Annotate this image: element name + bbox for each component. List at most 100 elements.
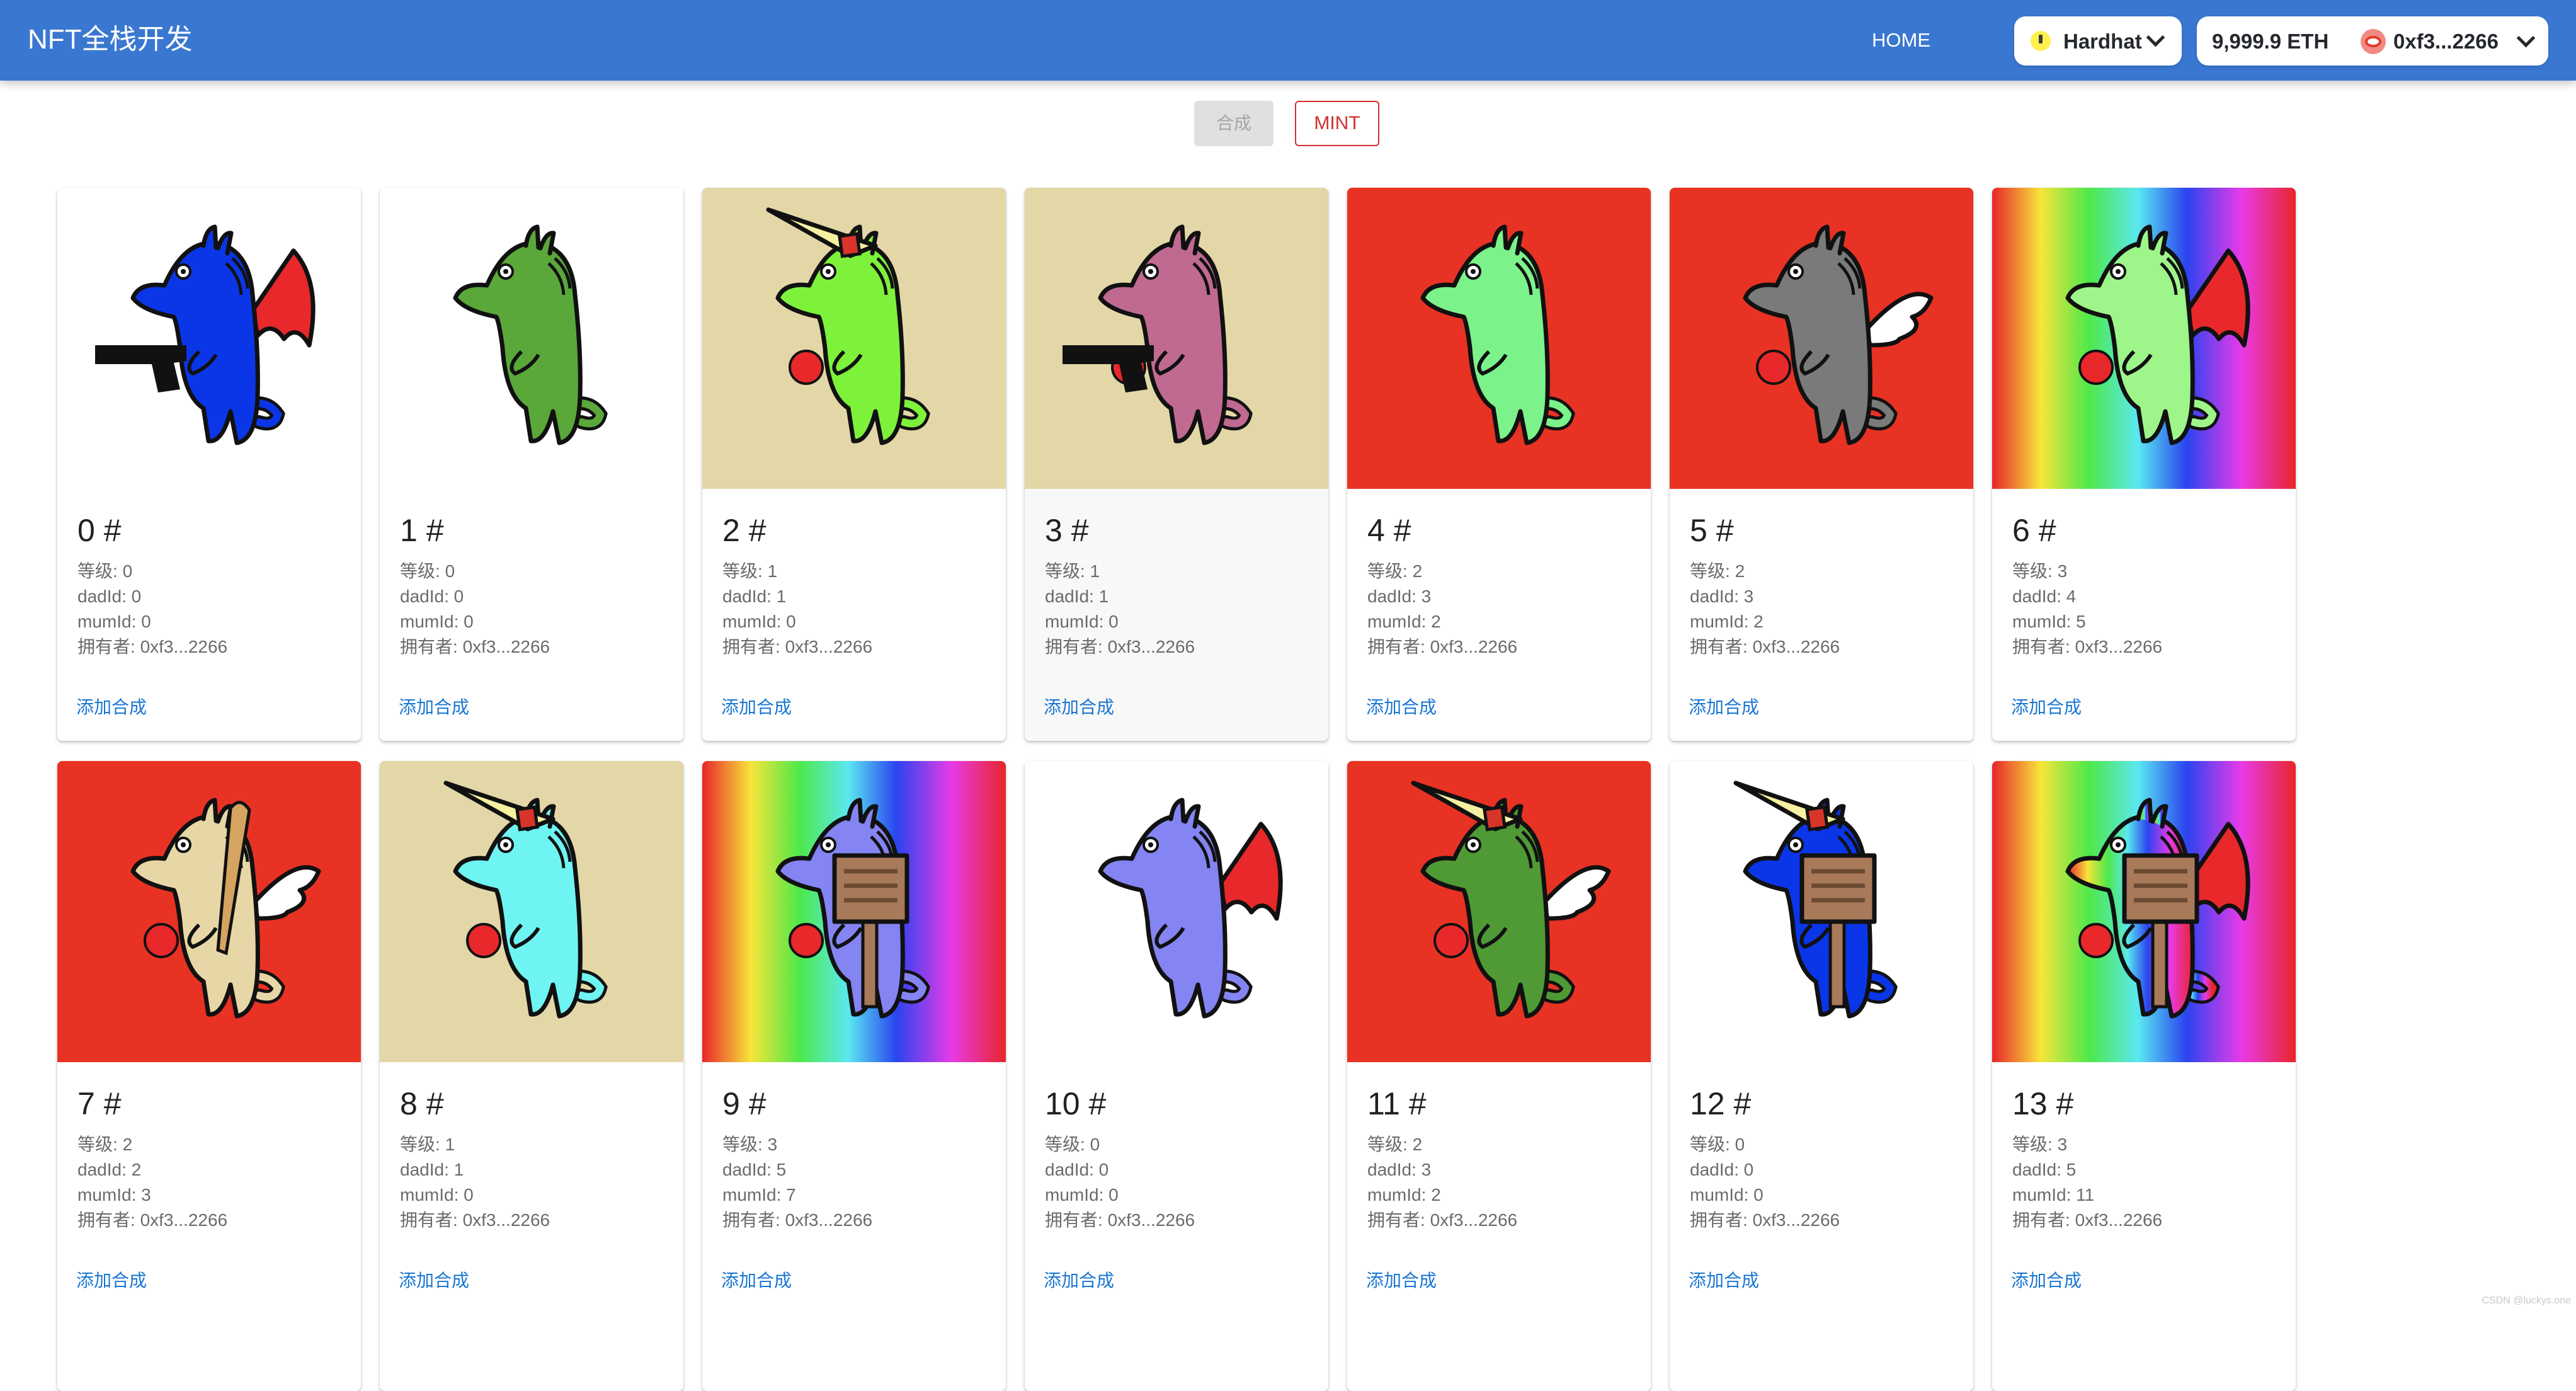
nft-dad-value: 0 [1744, 1160, 1754, 1179]
nft-dad-line: dadId: 5 [722, 1158, 786, 1182]
nft-level-label: 等级: [1045, 1135, 1090, 1154]
red-mark [790, 924, 823, 957]
network-selector[interactable]: Hardhat [2014, 16, 2182, 66]
nft-dad-value: 1 [1099, 587, 1109, 606]
nft-card: 7 #等级: 2dadId: 2mumId: 3拥有者: 0xf3...2266… [57, 761, 361, 1391]
nft-owner-label: 拥有者: [400, 1210, 463, 1230]
nft-card: 5 #等级: 2dadId: 3mumId: 2拥有者: 0xf3...2266… [1670, 188, 1973, 741]
add-to-combine-button[interactable]: 添加合成 [1361, 1269, 1442, 1293]
account-avatar-icon [2361, 29, 2386, 54]
add-to-combine-button[interactable]: 添加合成 [1684, 696, 1764, 719]
nft-mum-label: mumId: [1045, 1185, 1108, 1205]
nft-dad-value: 3 [1422, 1160, 1432, 1179]
add-to-combine-button[interactable]: 添加合成 [1039, 1269, 1119, 1293]
nft-level-value: 3 [768, 1135, 778, 1154]
nft-image [1025, 761, 1328, 1062]
nft-level-value: 0 [1090, 1135, 1100, 1154]
nft-image [57, 188, 361, 489]
nft-title: 13 # [2012, 1084, 2073, 1124]
add-to-combine-button[interactable]: 添加合成 [2006, 1269, 2087, 1293]
nft-mum-label: mumId: [400, 612, 464, 631]
nft-owner-value: 0xf3...2266 [463, 1210, 550, 1230]
nft-owner-value: 0xf3...2266 [1430, 637, 1518, 656]
nft-owner-label: 拥有者: [1045, 637, 1108, 656]
nft-mum-line: mumId: 11 [2012, 1183, 2094, 1207]
nft-mum-value: 2 [1431, 612, 1441, 631]
nft-owner-value: 0xf3...2266 [785, 1210, 873, 1230]
chevron-down-icon [2146, 28, 2165, 47]
nft-dad-label: dadId: [722, 1160, 777, 1179]
nft-card: 6 #等级: 3dadId: 4mumId: 5拥有者: 0xf3...2266… [1992, 188, 2296, 741]
nft-mum-line: mumId: 0 [400, 610, 474, 634]
add-to-combine-button[interactable]: 添加合成 [71, 696, 152, 719]
nft-title: 3 # [1045, 510, 1089, 551]
nft-card: 3 #等级: 1dadId: 1mumId: 0拥有者: 0xf3...2266… [1025, 188, 1328, 741]
add-to-combine-button[interactable]: 添加合成 [716, 696, 797, 719]
add-to-combine-button[interactable]: 添加合成 [2006, 696, 2087, 719]
nft-owner-line: 拥有者: 0xf3...2266 [1690, 635, 1840, 659]
nft-mum-line: mumId: 2 [1367, 1183, 1441, 1207]
nft-image [57, 761, 361, 1062]
nft-title: 4 # [1367, 510, 1411, 551]
nft-owner-line: 拥有者: 0xf3...2266 [2012, 635, 2162, 659]
nft-dad-label: dadId: [1690, 587, 1744, 606]
add-to-combine-button[interactable]: 添加合成 [1684, 1269, 1764, 1293]
app-title: NFT全栈开发 [28, 20, 193, 59]
nft-level-label: 等级: [722, 1135, 768, 1154]
nft-mum-label: mumId: [1367, 1185, 1431, 1205]
add-to-combine-button[interactable]: 添加合成 [716, 1269, 797, 1293]
nft-mum-label: mumId: [400, 1185, 464, 1205]
nft-dad-value: 1 [454, 1160, 464, 1179]
nft-dad-label: dadId: [77, 1160, 132, 1179]
nft-level-line: 等级: 3 [2012, 559, 2067, 583]
nft-title: 1 # [400, 510, 444, 551]
account-address: 0xf3...2266 [2393, 29, 2499, 54]
account-address-chip[interactable]: 0xf3...2266 [2351, 20, 2545, 62]
nft-owner-value: 0xf3...2266 [140, 1210, 228, 1230]
nft-mum-label: mumId: [2012, 1185, 2076, 1205]
nft-level-line: 等级: 1 [1045, 559, 1100, 583]
nft-title: 6 # [2012, 510, 2056, 551]
nft-dad-line: dadId: 3 [1367, 585, 1431, 609]
nft-level-label: 等级: [1690, 561, 1735, 581]
nft-mum-value: 0 [1108, 1185, 1119, 1205]
nft-level-value: 3 [2058, 1135, 2068, 1154]
combine-button[interactable]: 合成 [1194, 101, 1274, 146]
nft-mum-line: mumId: 0 [1045, 610, 1119, 634]
nft-dad-value: 4 [2066, 587, 2077, 606]
nft-card: 13 #等级: 3dadId: 5mumId: 11拥有者: 0xf3...22… [1992, 761, 2296, 1391]
nft-dad-line: dadId: 0 [400, 585, 464, 609]
nft-level-label: 等级: [1045, 561, 1090, 581]
nft-owner-line: 拥有者: 0xf3...2266 [722, 1208, 872, 1232]
home-nav-link[interactable]: HOME [1866, 25, 1937, 55]
nft-owner-line: 拥有者: 0xf3...2266 [1045, 1208, 1195, 1232]
add-to-combine-button[interactable]: 添加合成 [394, 1269, 474, 1293]
red-mark [1757, 351, 1790, 384]
nft-card: 2 #等级: 1dadId: 1mumId: 0拥有者: 0xf3...2266… [702, 188, 1006, 741]
account-button[interactable]: 9,999.9 ETH 0xf3...2266 [2197, 16, 2548, 66]
nft-card: 8 #等级: 1dadId: 1mumId: 0拥有者: 0xf3...2266… [380, 761, 683, 1391]
nft-mum-line: mumId: 7 [722, 1183, 796, 1207]
nft-mum-label: mumId: [722, 1185, 786, 1205]
add-to-combine-button[interactable]: 添加合成 [394, 696, 474, 719]
nft-dad-line: dadId: 1 [400, 1158, 464, 1182]
mint-button[interactable]: MINT [1295, 101, 1379, 146]
nft-title: 10 # [1045, 1084, 1106, 1124]
nft-image [380, 761, 683, 1062]
nft-mum-label: mumId: [77, 1185, 141, 1205]
add-to-combine-button[interactable]: 添加合成 [1039, 696, 1119, 719]
nft-dad-line: dadId: 4 [2012, 585, 2076, 609]
nft-title: 2 # [722, 510, 767, 551]
add-to-combine-button[interactable]: 添加合成 [71, 1269, 152, 1293]
nft-level-value: 3 [2058, 561, 2068, 581]
add-to-combine-button[interactable]: 添加合成 [1361, 696, 1442, 719]
nft-dad-label: dadId: [1045, 587, 1099, 606]
nft-owner-line: 拥有者: 0xf3...2266 [400, 635, 550, 659]
nft-level-value: 2 [123, 1135, 133, 1154]
nft-dad-label: dadId: [1690, 1160, 1744, 1179]
nft-level-value: 2 [1413, 1135, 1423, 1154]
nft-dad-value: 2 [132, 1160, 142, 1179]
nft-level-line: 等级: 2 [1367, 1133, 1422, 1157]
red-mark [790, 351, 823, 384]
nft-dad-line: dadId: 3 [1690, 585, 1753, 609]
